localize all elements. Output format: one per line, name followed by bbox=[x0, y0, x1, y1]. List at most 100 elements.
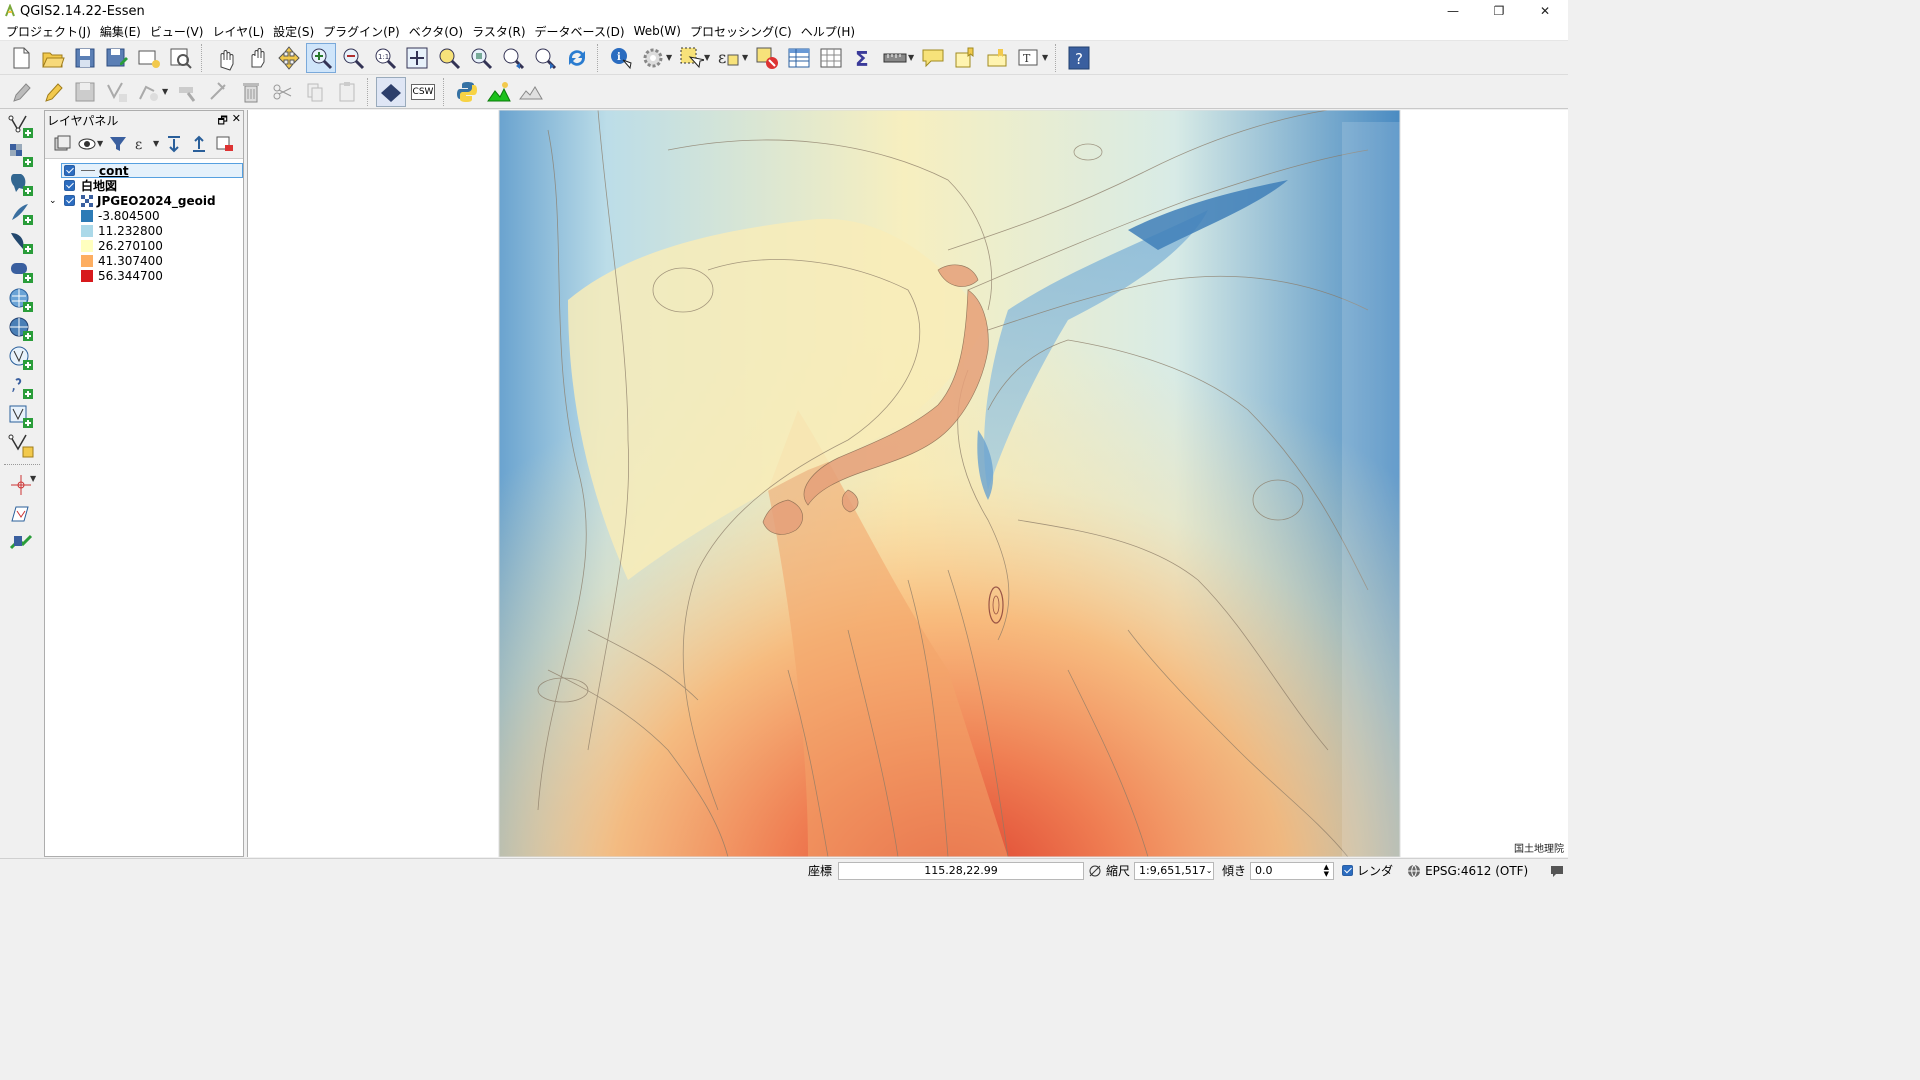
menu-web[interactable]: Web(W) bbox=[632, 24, 688, 38]
statistical-summary-icon[interactable]: Σ bbox=[848, 43, 878, 73]
new-bookmark-icon[interactable] bbox=[950, 43, 980, 73]
crs-status[interactable]: EPSG:4612 (OTF) bbox=[1425, 864, 1528, 878]
gps-tools-icon[interactable] bbox=[6, 529, 36, 556]
menu-vector[interactable]: ベクタ(O) bbox=[407, 23, 470, 40]
add-group-icon[interactable] bbox=[51, 133, 73, 155]
render-checkbox[interactable] bbox=[1342, 865, 1354, 876]
new-print-composer-icon[interactable] bbox=[134, 43, 164, 73]
open-project-icon[interactable] bbox=[38, 43, 68, 73]
expand-all-icon[interactable] bbox=[163, 133, 185, 155]
zoom-native-resolution-icon[interactable]: 1:1 bbox=[370, 43, 400, 73]
filter-legend-icon[interactable] bbox=[107, 133, 129, 155]
refresh-icon[interactable] bbox=[562, 43, 592, 73]
text-annotation-icon[interactable]: T bbox=[1014, 43, 1044, 73]
pan-map-icon[interactable] bbox=[242, 43, 272, 73]
copy-features-icon[interactable] bbox=[300, 77, 330, 107]
crs-globe-icon[interactable] bbox=[1407, 864, 1421, 878]
show-bookmarks-icon[interactable] bbox=[982, 43, 1012, 73]
select-features-icon[interactable] bbox=[676, 43, 706, 73]
dropdown-arrow-icon[interactable]: ▼ bbox=[908, 53, 916, 62]
minimize-button[interactable]: — bbox=[1430, 0, 1476, 22]
dropdown-arrow-icon[interactable]: ▼ bbox=[666, 53, 674, 62]
spin-arrows-icon[interactable]: ▲ ▼ bbox=[1324, 863, 1329, 878]
dropdown-arrow-icon[interactable]: ▼ bbox=[742, 53, 750, 62]
add-postgis-layer-icon[interactable] bbox=[6, 170, 36, 197]
paste-features-icon[interactable] bbox=[332, 77, 362, 107]
help-icon[interactable]: ? bbox=[1064, 43, 1094, 73]
delete-selected-icon[interactable] bbox=[204, 77, 234, 107]
layer-item-geoid[interactable]: ⌄ JPGEO2024_geoid bbox=[45, 193, 243, 208]
current-edits-icon[interactable] bbox=[6, 77, 36, 107]
menu-processing[interactable]: プロセッシング(C) bbox=[688, 23, 799, 40]
terrain-profile-icon[interactable] bbox=[484, 77, 514, 107]
composer-manager-icon[interactable] bbox=[166, 43, 196, 73]
dropdown-arrow-icon[interactable]: ▼ bbox=[97, 139, 105, 148]
dropdown-arrow-icon[interactable]: ▼ bbox=[1042, 53, 1050, 62]
save-project-icon[interactable] bbox=[70, 43, 100, 73]
dropdown-arrow-icon[interactable]: ▼ bbox=[30, 474, 38, 483]
menu-view[interactable]: ビュー(V) bbox=[148, 23, 211, 40]
add-spatialite-layer-icon[interactable] bbox=[6, 199, 36, 226]
layer-visibility-checkbox[interactable] bbox=[64, 165, 75, 176]
add-delimited-text-layer-icon[interactable]: , bbox=[6, 373, 36, 400]
layer-item-cont[interactable]: cont bbox=[61, 163, 243, 178]
new-shapefile-layer-icon[interactable] bbox=[6, 431, 36, 458]
identify-features-icon[interactable]: i bbox=[606, 43, 636, 73]
menu-settings[interactable]: 設定(S) bbox=[271, 23, 321, 40]
select-by-expression-icon[interactable]: ε bbox=[714, 43, 744, 73]
layer-visibility-checkbox[interactable] bbox=[64, 180, 75, 191]
add-feature-icon[interactable] bbox=[102, 77, 132, 107]
manage-visibility-icon[interactable] bbox=[76, 133, 98, 155]
zoom-next-icon[interactable] bbox=[530, 43, 560, 73]
zoom-last-icon[interactable] bbox=[498, 43, 528, 73]
menu-layer[interactable]: レイヤ(L) bbox=[210, 23, 271, 40]
save-layer-edits-icon[interactable] bbox=[70, 77, 100, 107]
toggle-editing-icon[interactable] bbox=[38, 77, 68, 107]
zoom-full-icon[interactable] bbox=[402, 43, 432, 73]
node-tool-icon[interactable] bbox=[172, 77, 202, 107]
dropdown-arrow-icon[interactable]: ▼ bbox=[162, 87, 170, 96]
add-mssql-layer-icon[interactable] bbox=[6, 228, 36, 255]
measure-line-icon[interactable] bbox=[880, 43, 910, 73]
csw-button[interactable]: CSW bbox=[408, 77, 438, 107]
map-canvas[interactable]: 国土地理院 bbox=[247, 110, 1568, 857]
menu-project[interactable]: プロジェクト(J) bbox=[4, 23, 98, 40]
pan-to-selection-icon[interactable] bbox=[274, 43, 304, 73]
zoom-to-selection-icon[interactable] bbox=[434, 43, 464, 73]
georeferencer-icon[interactable] bbox=[6, 500, 36, 527]
map-tips-icon[interactable] bbox=[918, 43, 948, 73]
menu-database[interactable]: データベース(D) bbox=[533, 23, 632, 40]
collapse-all-icon[interactable] bbox=[188, 133, 210, 155]
cut-features-icon[interactable] bbox=[268, 77, 298, 107]
filter-by-expression-icon[interactable]: ε bbox=[132, 133, 154, 155]
dropdown-arrow-icon[interactable]: ▼ bbox=[153, 139, 161, 148]
deselect-all-icon[interactable] bbox=[752, 43, 782, 73]
remove-layer-icon[interactable] bbox=[213, 133, 235, 155]
menu-plugins[interactable]: プラグイン(P) bbox=[321, 23, 407, 40]
add-virtual-layer-icon[interactable] bbox=[6, 402, 36, 429]
new-project-icon[interactable] bbox=[6, 43, 36, 73]
open-attribute-table-icon[interactable] bbox=[784, 43, 814, 73]
expand-arrow-icon[interactable]: ⌄ bbox=[49, 196, 64, 206]
add-wfs-layer-icon[interactable] bbox=[6, 344, 36, 371]
coordinate-field[interactable]: 115.28,22.99 bbox=[838, 861, 1085, 880]
close-button[interactable]: ✕ bbox=[1522, 0, 1568, 22]
coordinate-toggle-icon[interactable] bbox=[1088, 864, 1102, 878]
touch-zoom-icon[interactable] bbox=[210, 43, 240, 73]
add-wcs-layer-icon[interactable] bbox=[6, 315, 36, 342]
close-panel-icon[interactable]: ✕ bbox=[232, 112, 241, 131]
move-feature-icon[interactable] bbox=[134, 77, 164, 107]
layer-item-hakuchizu[interactable]: 白地図 bbox=[45, 178, 243, 193]
zoom-to-layer-icon[interactable] bbox=[466, 43, 496, 73]
add-oracle-layer-icon[interactable] bbox=[6, 257, 36, 284]
add-wms-layer-icon[interactable] bbox=[6, 286, 36, 313]
save-as-icon[interactable] bbox=[102, 43, 132, 73]
layer-visibility-checkbox[interactable] bbox=[64, 195, 75, 206]
field-calculator-icon[interactable] bbox=[816, 43, 846, 73]
trash-icon[interactable] bbox=[236, 77, 266, 107]
zoom-in-icon[interactable] bbox=[306, 42, 336, 73]
messages-icon[interactable] bbox=[1550, 864, 1564, 878]
menu-edit[interactable]: 編集(E) bbox=[98, 23, 148, 40]
add-raster-layer-icon[interactable] bbox=[6, 141, 36, 168]
dropdown-arrow-icon[interactable]: ▼ bbox=[704, 53, 712, 62]
